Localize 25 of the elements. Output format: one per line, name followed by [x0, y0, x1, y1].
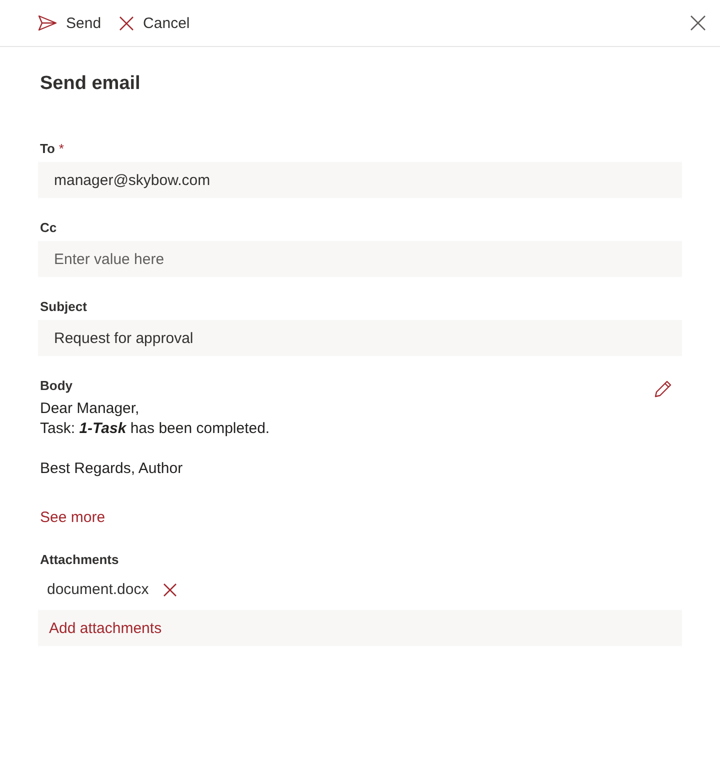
pencil-icon[interactable] — [654, 380, 672, 398]
send-icon — [38, 15, 57, 31]
cancel-icon — [119, 16, 134, 30]
remove-icon — [162, 582, 177, 596]
field-label: Attachments — [40, 552, 119, 567]
cancel-button[interactable]: Cancel — [119, 14, 190, 32]
close-icon — [690, 15, 706, 31]
required-mark: * — [58, 141, 64, 156]
panel-title: Send email — [40, 73, 142, 95]
field-label: Subject — [40, 299, 87, 314]
close-button[interactable] — [690, 15, 706, 31]
input-field[interactable]: Request for approval — [38, 320, 682, 356]
input-field[interactable]: Enter value here — [38, 241, 682, 277]
body-text: Task: 1-Task has been completed. — [40, 419, 271, 439]
send-button[interactable]: Send — [38, 14, 102, 32]
see-more-link[interactable]: See more — [40, 509, 106, 526]
remove-button[interactable] — [162, 582, 177, 596]
body-text: Dear Manager, — [40, 399, 140, 419]
body-text: Best Regards, Author — [40, 459, 184, 479]
input-field[interactable]: manager@skybow.com — [38, 162, 682, 198]
add-attachments-button[interactable]: Add attachments — [38, 610, 682, 646]
field-label: To — [40, 141, 55, 156]
field-label: Body — [40, 378, 72, 393]
attachment-name: document.docx — [47, 581, 149, 598]
field-label: Cc — [40, 220, 57, 235]
